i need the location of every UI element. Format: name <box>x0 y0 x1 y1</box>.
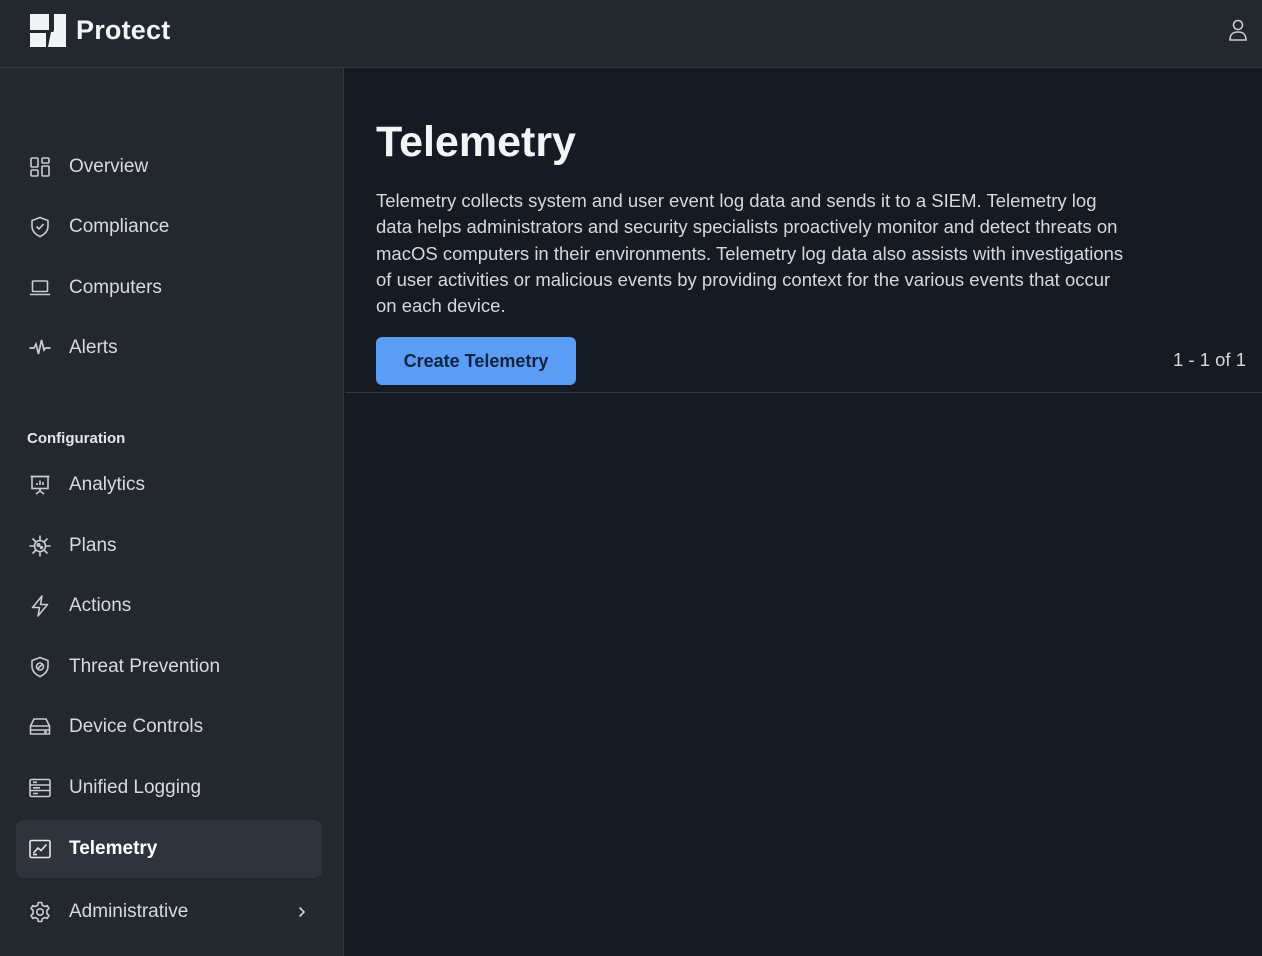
page-title: Telemetry <box>376 118 576 166</box>
shield-target-icon <box>28 655 52 679</box>
chevron-right-icon <box>298 906 306 918</box>
top-bar: Protect <box>0 0 1262 68</box>
lightning-icon <box>28 594 52 618</box>
drive-icon <box>28 715 52 739</box>
presentation-chart-icon <box>28 473 52 497</box>
sidebar-item-overview[interactable]: Overview <box>16 138 322 196</box>
virus-icon <box>28 534 52 558</box>
sidebar-item-computers[interactable]: Computers <box>16 259 322 317</box>
sidebar-item-unified-logging[interactable]: Unified Logging <box>16 759 322 817</box>
sidebar-item-telemetry[interactable]: Telemetry <box>16 820 322 878</box>
sidebar-item-plans[interactable]: Plans <box>16 517 322 575</box>
main-content: Telemetry Telemetry collects system and … <box>345 68 1262 956</box>
shield-check-icon <box>28 215 52 239</box>
protect-logo-icon[interactable] <box>30 13 66 47</box>
sidebar-item-label: Administrative <box>69 901 189 922</box>
section-label-configuration: Configuration <box>27 430 126 447</box>
gear-icon <box>28 900 52 924</box>
sidebar-item-label: Plans <box>69 535 117 556</box>
sidebar-item-label: Computers <box>69 277 162 298</box>
app-title: Protect <box>76 15 171 45</box>
sidebar-item-actions[interactable]: Actions <box>16 577 322 635</box>
sidebar-item-label: Device Controls <box>69 716 204 737</box>
telemetry-chart-icon <box>28 837 52 861</box>
sidebar: Overview Compliance Computers Alerts Con… <box>0 68 344 956</box>
divider <box>345 392 1262 393</box>
sidebar-item-label: Actions <box>69 595 132 616</box>
page-description: Telemetry collects system and user event… <box>376 190 1124 317</box>
sidebar-item-label: Overview <box>69 156 149 177</box>
sidebar-item-label: Compliance <box>69 216 170 237</box>
sidebar-item-administrative[interactable]: Administrative <box>16 883 322 941</box>
sidebar-item-analytics[interactable]: Analytics <box>16 456 322 514</box>
laptop-icon <box>28 276 52 300</box>
create-telemetry-button[interactable]: Create Telemetry <box>376 337 576 385</box>
sidebar-item-label: Telemetry <box>69 838 158 859</box>
sidebar-item-label: Analytics <box>69 474 146 495</box>
sidebar-item-threat-prevention[interactable]: Threat Prevention <box>16 638 322 696</box>
sidebar-item-alerts[interactable]: Alerts <box>16 319 322 377</box>
sidebar-item-label: Unified Logging <box>69 777 202 798</box>
user-icon[interactable] <box>1228 19 1248 41</box>
sidebar-item-compliance[interactable]: Compliance <box>16 198 322 256</box>
pagination-count: 1 - 1 of 1 <box>1172 349 1246 370</box>
sidebar-item-label: Threat Prevention <box>69 656 221 677</box>
pulse-icon <box>28 336 52 360</box>
grid-icon <box>28 155 52 179</box>
sidebar-item-label: Alerts <box>69 337 118 358</box>
log-list-icon <box>28 776 52 800</box>
sidebar-item-device-controls[interactable]: Device Controls <box>16 698 322 756</box>
